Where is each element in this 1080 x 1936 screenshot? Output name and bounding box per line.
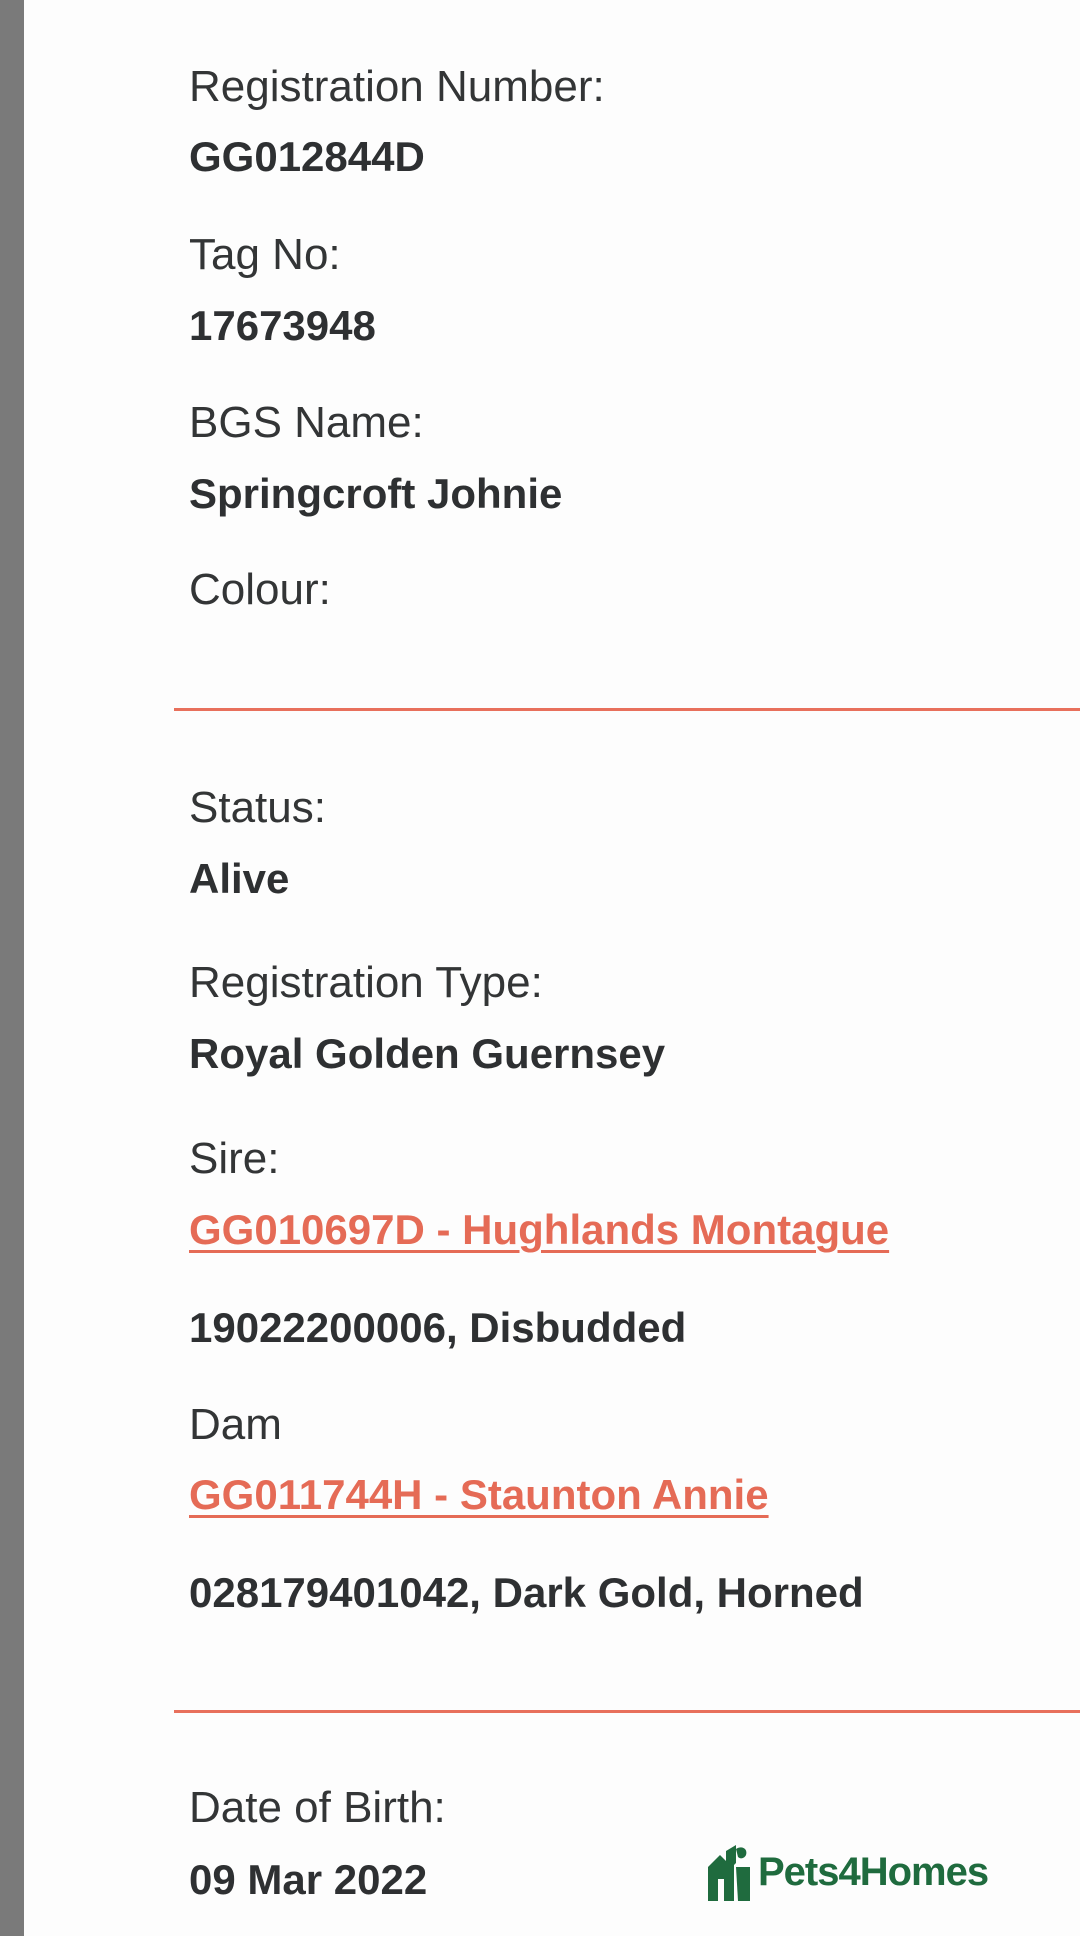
section-divider [174, 1710, 1080, 1713]
bgs-name-value: Springcroft Johnie [189, 470, 563, 517]
dam-label: Dam [189, 1400, 282, 1449]
brand-name: Pets4Homes [758, 1849, 989, 1894]
sire-link[interactable]: GG010697D - Hughlands Montague [189, 1206, 889, 1254]
tag-no-label: Tag No: [189, 230, 341, 279]
registration-number-value: GG012844D [189, 133, 425, 180]
registration-type-label: Registration Type: [189, 958, 543, 1007]
status-label: Status: [189, 783, 326, 832]
sire-details: 19022200006, Disbudded [189, 1304, 687, 1351]
sire-label: Sire: [189, 1134, 280, 1183]
tag-no-value: 17673948 [189, 302, 376, 349]
pets4homes-watermark: Pets4Homes [706, 1842, 989, 1902]
registration-number-label: Registration Number: [189, 62, 605, 111]
date-of-birth-label: Date of Birth: [189, 1783, 446, 1832]
dam-details: 028179401042, Dark Gold, Horned [189, 1569, 864, 1616]
left-edge-bar [0, 0, 24, 1936]
colour-label: Colour: [189, 565, 331, 614]
section-divider [174, 708, 1080, 711]
dam-link[interactable]: GG011744H - Staunton Annie [189, 1471, 769, 1519]
status-value: Alive [189, 855, 290, 902]
date-of-birth-value: 09 Mar 2022 [189, 1856, 428, 1903]
registration-type-value: Royal Golden Guernsey [189, 1030, 666, 1077]
bgs-name-label: BGS Name: [189, 398, 424, 447]
house-pets-logo-icon [708, 1845, 750, 1901]
